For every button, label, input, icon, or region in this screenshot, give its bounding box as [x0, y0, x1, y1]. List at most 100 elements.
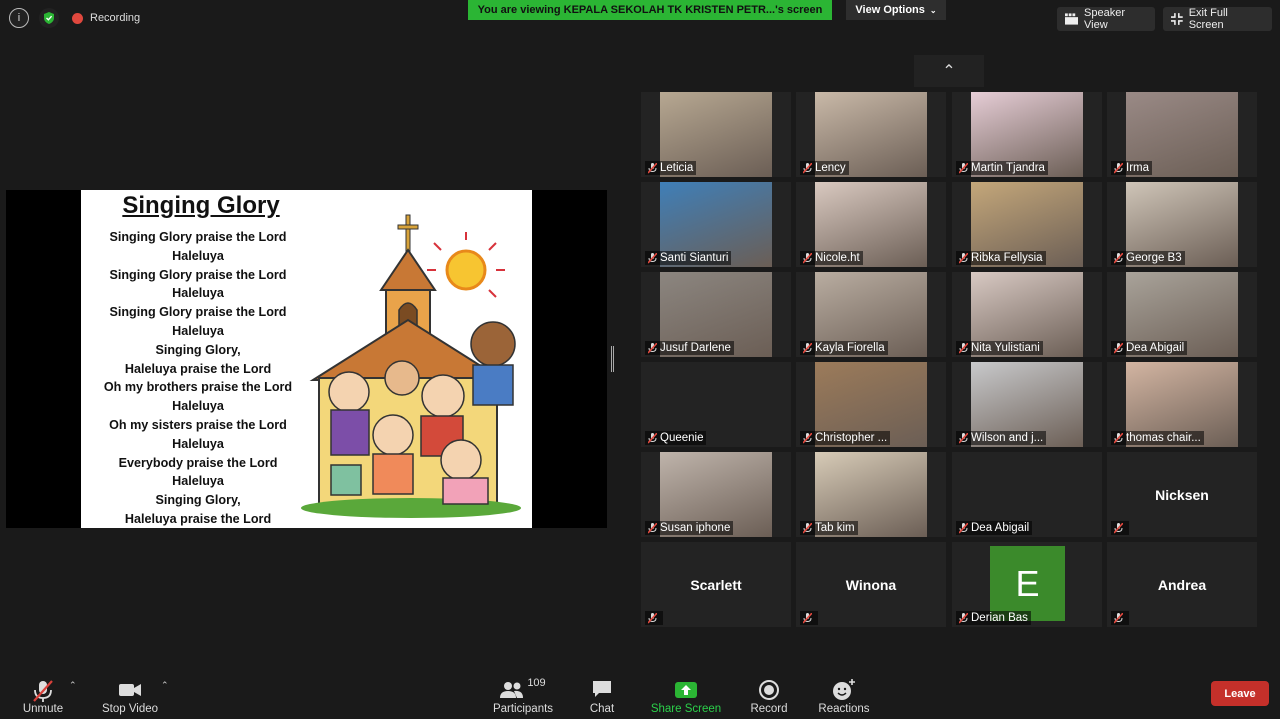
muted-mic-icon	[802, 611, 813, 624]
recording-dot-icon	[72, 13, 83, 24]
participant-name-tag: thomas chair...	[1111, 431, 1204, 445]
participant-name: Nicole.ht	[815, 252, 860, 264]
participant-center-name: Winona	[845, 576, 897, 593]
participant-name: Christopher ...	[815, 432, 888, 444]
participant-name-tag: Lency	[800, 161, 849, 175]
stop-video-button[interactable]: Stop Video	[98, 673, 162, 717]
participant-tile[interactable]: Nicole.ht	[796, 182, 946, 267]
shield-icon[interactable]	[39, 8, 59, 28]
participant-name: Irma	[1126, 162, 1149, 174]
speaker-view-button[interactable]: Speaker View	[1057, 7, 1155, 31]
muted-mic-icon	[1113, 431, 1124, 444]
reactions-label: Reactions	[818, 703, 870, 715]
record-icon	[759, 680, 779, 700]
participant-center-name: Nicksen	[1155, 486, 1209, 503]
muted-mic-icon	[802, 161, 813, 174]
lyric-line: Singing Glory praise the Lord	[109, 267, 287, 282]
muted-mic-icon	[802, 251, 813, 264]
lyric-line: Everybody praise the Lord	[118, 455, 278, 470]
participant-tile[interactable]: Lency	[796, 92, 946, 177]
muted-mic-icon	[647, 431, 658, 444]
muted-mic-icon	[647, 161, 658, 174]
participant-tile[interactable]: Andrea	[1107, 542, 1257, 627]
lyric-line: Singing Glory,	[155, 342, 241, 357]
exit-fullscreen-button[interactable]: Exit Full Screen	[1163, 7, 1272, 31]
participant-name: Dea Abigail	[1126, 342, 1185, 354]
participant-name: thomas chair...	[1126, 432, 1201, 444]
participant-name-tag: Wilson and j...	[956, 431, 1047, 445]
video-options-caret-icon[interactable]: ⌃	[161, 680, 169, 691]
participant-tile[interactable]: Wilson and j...	[952, 362, 1102, 447]
lyric-line: Haleluya	[172, 323, 224, 338]
muted-mic-icon	[958, 611, 969, 624]
participant-tile[interactable]: Tab kim	[796, 452, 946, 537]
view-options-button[interactable]: View Options ⌄	[846, 0, 946, 20]
unmute-button[interactable]: Unmute	[18, 673, 68, 717]
church-kids-illustration	[301, 214, 521, 518]
info-icon[interactable]: i	[9, 8, 29, 28]
participant-tile[interactable]: Nita Yulistiani	[952, 272, 1102, 357]
participant-tile[interactable]: Martin Tjandra	[952, 92, 1102, 177]
participant-name: Leticia	[660, 162, 694, 174]
participant-name-tag	[1111, 611, 1129, 625]
participant-tile[interactable]: thomas chair...	[1107, 362, 1257, 447]
participant-tile[interactable]: Scarlett	[641, 542, 791, 627]
participants-label: Participants	[492, 703, 554, 715]
split-divider-handle[interactable]	[611, 346, 614, 372]
reactions-button[interactable]: Reactions	[817, 673, 871, 717]
audio-options-caret-icon[interactable]: ⌃	[69, 680, 77, 691]
participant-tile[interactable]: Santi Sianturi	[641, 182, 791, 267]
participant-tile[interactable]: George B3	[1107, 182, 1257, 267]
muted-mic-icon	[1113, 521, 1124, 534]
participant-name-tag: Queenie	[645, 431, 707, 445]
participant-tile[interactable]: Winona	[796, 542, 946, 627]
participant-name: Derian Bas	[971, 612, 1028, 624]
participant-tile[interactable]: E Derian Bas	[952, 542, 1102, 627]
leave-button[interactable]: Leave	[1211, 681, 1269, 706]
participant-name-tag: Derian Bas	[956, 611, 1031, 625]
participant-name: Lency	[815, 162, 846, 174]
participant-name-tag: Kayla Fiorella	[800, 341, 888, 355]
participant-tile[interactable]: Jusuf Darlene	[641, 272, 791, 357]
participant-name: Queenie	[660, 432, 704, 444]
slide-title: Singing Glory	[122, 192, 280, 219]
participant-name-tag: Tab kim	[800, 521, 858, 535]
participant-name: Dea Abigail	[971, 522, 1030, 534]
participant-tile[interactable]: Kayla Fiorella	[796, 272, 946, 357]
participant-avatar: E	[990, 546, 1065, 621]
participant-tile[interactable]: Susan iphone	[641, 452, 791, 537]
participant-name-tag	[645, 611, 663, 625]
record-label: Record	[750, 703, 788, 715]
chat-icon	[593, 681, 611, 697]
participant-tile[interactable]: Dea Abigail	[1107, 272, 1257, 357]
speaker-view-icon	[1065, 13, 1079, 25]
lyric-line: Singing Glory praise the Lord	[109, 305, 287, 320]
share-screen-label: Share Screen	[650, 703, 722, 715]
muted-mic-icon	[802, 521, 813, 534]
unmute-label: Unmute	[22, 703, 64, 715]
participant-tile[interactable]: Ribka Fellysia	[952, 182, 1102, 267]
lyric-line: Haleluya praise the Lord	[124, 511, 272, 526]
speaker-view-label: Speaker View	[1084, 7, 1126, 31]
participants-icon	[500, 682, 524, 698]
participant-tile[interactable]: Christopher ...	[796, 362, 946, 447]
lyric-line: Oh my brothers praise the Lord	[103, 380, 293, 395]
stop-video-label: Stop Video	[101, 703, 159, 715]
participant-tile[interactable]: Leticia	[641, 92, 791, 177]
share-screen-button[interactable]: Share Screen	[650, 673, 722, 717]
participant-name-tag: Dea Abigail	[956, 521, 1033, 535]
participant-tile[interactable]: Queenie	[641, 362, 791, 447]
participant-tile[interactable]: Nicksen	[1107, 452, 1257, 537]
participant-name-tag: Santi Sianturi	[645, 251, 732, 265]
lyric-line: Haleluya	[172, 436, 224, 451]
participant-name: Kayla Fiorella	[815, 342, 885, 354]
chat-button[interactable]: Chat	[582, 673, 622, 717]
record-button[interactable]: Record	[748, 673, 790, 717]
chat-label: Chat	[589, 703, 615, 715]
video-camera-icon	[119, 684, 141, 696]
participant-tile[interactable]: Irma	[1107, 92, 1257, 177]
participants-button[interactable]: 109 Participants	[491, 673, 555, 717]
participant-tile[interactable]: Dea Abigail	[952, 452, 1102, 537]
participant-name: Wilson and j...	[971, 432, 1044, 444]
gallery-page-up-button[interactable]: ⌃	[914, 55, 984, 87]
